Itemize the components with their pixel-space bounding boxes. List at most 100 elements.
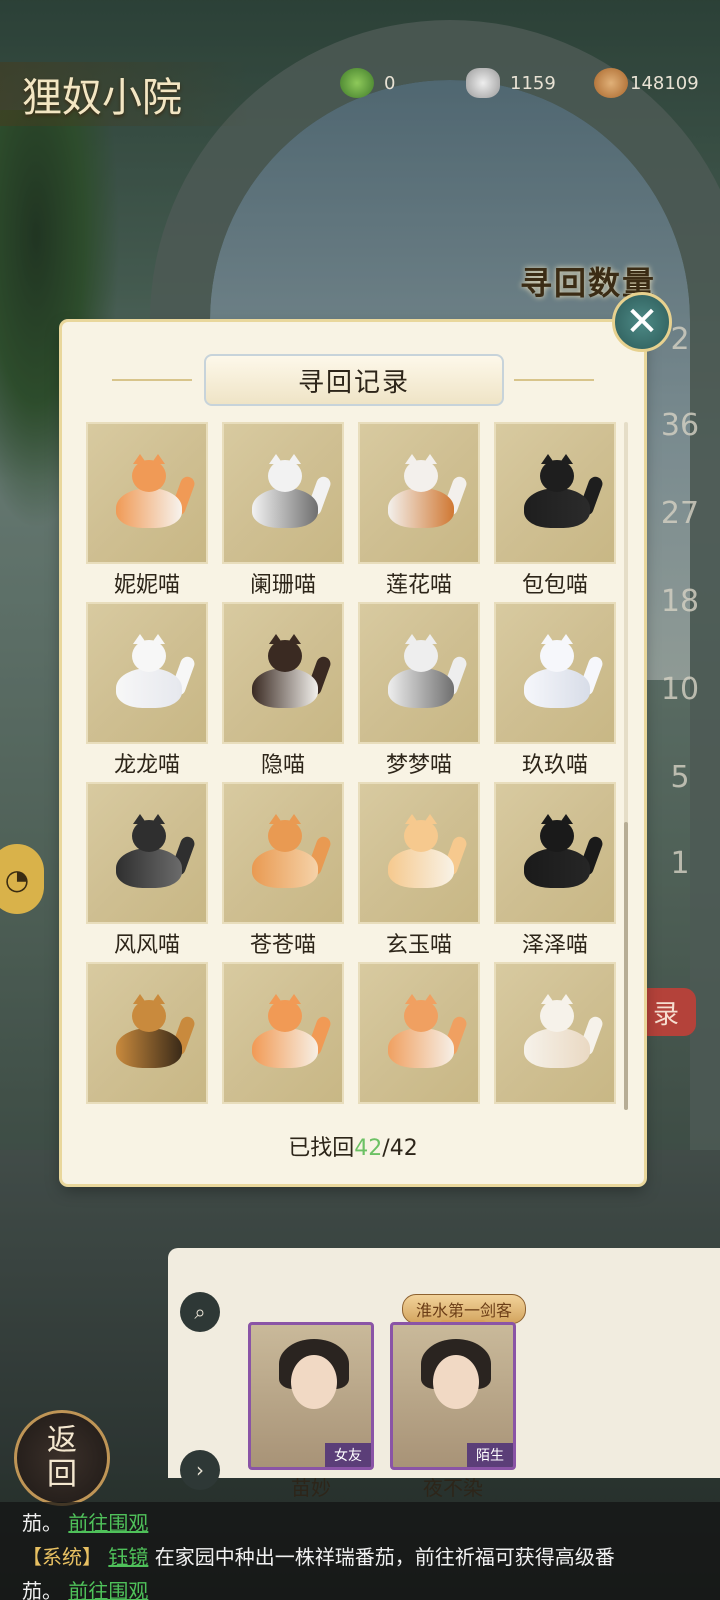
cat-card[interactable]: 苍苍喵 (222, 782, 344, 962)
chat-link[interactable]: 前往围观 (68, 1511, 148, 1535)
cat-card[interactable] (494, 962, 616, 1108)
cat-icon (514, 994, 605, 1074)
cat-card[interactable]: 玄玉喵 (358, 782, 480, 962)
cat-card[interactable]: 包包喵 (494, 422, 616, 602)
cat-head (540, 454, 574, 492)
jade-coin-icon (340, 68, 374, 98)
currency-jade[interactable]: 0 (340, 66, 395, 100)
cat-card[interactable] (358, 962, 480, 1108)
close-icon[interactable]: ✕ (612, 292, 672, 352)
player-avatar: 陌生 (390, 1322, 516, 1470)
cat-ear (287, 634, 301, 644)
scrollbar-thumb[interactable] (624, 822, 628, 1110)
find-count-number: 27 (660, 496, 700, 531)
cat-head (268, 634, 302, 672)
cat-name: 梦梦喵 (385, 753, 452, 778)
cat-icon (242, 634, 333, 714)
search-icon[interactable]: ⌕ (180, 1292, 220, 1332)
cat-head (404, 454, 438, 492)
cat-ear (269, 454, 283, 464)
cat-name: 莲花喵 (385, 573, 452, 598)
cat-ear (559, 814, 573, 824)
cat-name (358, 1104, 480, 1108)
chat-link[interactable]: 前往围观 (68, 1579, 148, 1600)
relation-tag: 女友 (325, 1443, 371, 1467)
cat-portrait (494, 962, 616, 1104)
cat-head (404, 814, 438, 852)
back-button[interactable]: 返回 (14, 1410, 110, 1506)
cat-body (524, 668, 590, 708)
currency-copper[interactable]: 148109 (594, 66, 699, 100)
chat-player-link[interactable]: 钰镜 (108, 1545, 148, 1569)
cat-icon (106, 814, 197, 894)
cat-icon (106, 634, 197, 714)
cat-portrait (358, 962, 480, 1104)
found-current: 42 (354, 1136, 383, 1161)
currency-silver[interactable]: 1159 (466, 66, 556, 100)
cat-head (268, 454, 302, 492)
cat-icon (378, 994, 469, 1074)
cat-name: 泽泽喵 (521, 933, 588, 958)
player-card[interactable]: 女友 苗妙 (248, 1322, 374, 1501)
cat-head (132, 634, 166, 672)
cat-card[interactable]: 莲花喵 (358, 422, 480, 602)
cat-card[interactable]: 泽泽喵 (494, 782, 616, 962)
find-record-modal: 寻回记录 妮妮喵 阑珊喵 莲花喵 包包喵 龙龙喵 隐喵 梦梦喵 玖玖喵 风风喵 苍苍喵 玄玉喵 泽泽喵… (62, 322, 644, 1184)
cat-card[interactable]: 隐喵 (222, 602, 344, 782)
cat-card[interactable]: 龙龙喵 (86, 602, 208, 782)
find-count-number: 1 (670, 846, 690, 881)
cat-card[interactable]: 梦梦喵 (358, 602, 480, 782)
cat-body (524, 488, 590, 528)
cat-head (404, 994, 438, 1032)
cat-head (268, 994, 302, 1032)
cat-icon (378, 454, 469, 534)
chat-line: 茄。 前往围观 (22, 1506, 698, 1540)
cat-ear (133, 994, 147, 1004)
cat-head (132, 814, 166, 852)
cat-portrait (222, 602, 344, 744)
chat-line: 茄。 前往围观 (22, 1574, 698, 1600)
cat-portrait (494, 422, 616, 564)
find-count-number: 5 (670, 760, 690, 795)
find-count-number: 36 (660, 408, 700, 443)
cat-name (86, 1104, 208, 1108)
relation-tag: 陌生 (467, 1443, 513, 1467)
cat-body (252, 848, 318, 888)
grid-scrollbar[interactable] (624, 422, 628, 1110)
currency-jade-value: 0 (384, 72, 396, 94)
system-chat-log: 茄。 前往围观 【系统】 钰镜 在家园中种出一株祥瑞番茄，前往祈福可获得高级番 … (0, 1502, 720, 1600)
cat-card[interactable]: 玖玖喵 (494, 602, 616, 782)
player-card[interactable]: 陌生 夜不染 (390, 1322, 516, 1501)
avatar-face (433, 1355, 479, 1409)
record-button[interactable]: 录 (636, 988, 696, 1036)
cat-portrait (494, 602, 616, 744)
cat-card[interactable]: 阑珊喵 (222, 422, 344, 602)
cat-portrait (222, 962, 344, 1104)
cat-ear (541, 634, 555, 644)
chat-system-tag: 【系统】 (22, 1545, 102, 1569)
cat-ear (405, 994, 419, 1004)
cat-ear (541, 814, 555, 824)
cat-body (388, 848, 454, 888)
cat-ear (269, 634, 283, 644)
currency-silver-value: 1159 (510, 72, 556, 94)
cat-name: 玄玉喵 (385, 933, 452, 958)
player-name: 苗妙 (291, 1476, 331, 1500)
cat-name: 龙龙喵 (113, 753, 180, 778)
cat-head (540, 814, 574, 852)
cat-card[interactable]: 妮妮喵 (86, 422, 208, 602)
cat-name: 风风喵 (113, 933, 180, 958)
found-count: 已找回42/42 (62, 1130, 644, 1162)
cat-card[interactable] (86, 962, 208, 1108)
cat-ear (423, 634, 437, 644)
cat-ear (405, 814, 419, 824)
chevron-right-icon[interactable]: › (180, 1450, 220, 1490)
cat-portrait (86, 782, 208, 924)
cat-grid: 妮妮喵 阑珊喵 莲花喵 包包喵龙龙喵 隐喵 梦梦喵 玖玖喵风风喵 苍苍喵 玄玉喵 泽泽喵 (86, 422, 620, 1108)
chat-bubble-icon[interactable]: ◔ (0, 844, 44, 914)
cat-icon (514, 634, 605, 714)
cat-body (524, 1028, 590, 1068)
cat-card[interactable] (222, 962, 344, 1108)
cat-card[interactable]: 风风喵 (86, 782, 208, 962)
cat-ear (423, 454, 437, 464)
